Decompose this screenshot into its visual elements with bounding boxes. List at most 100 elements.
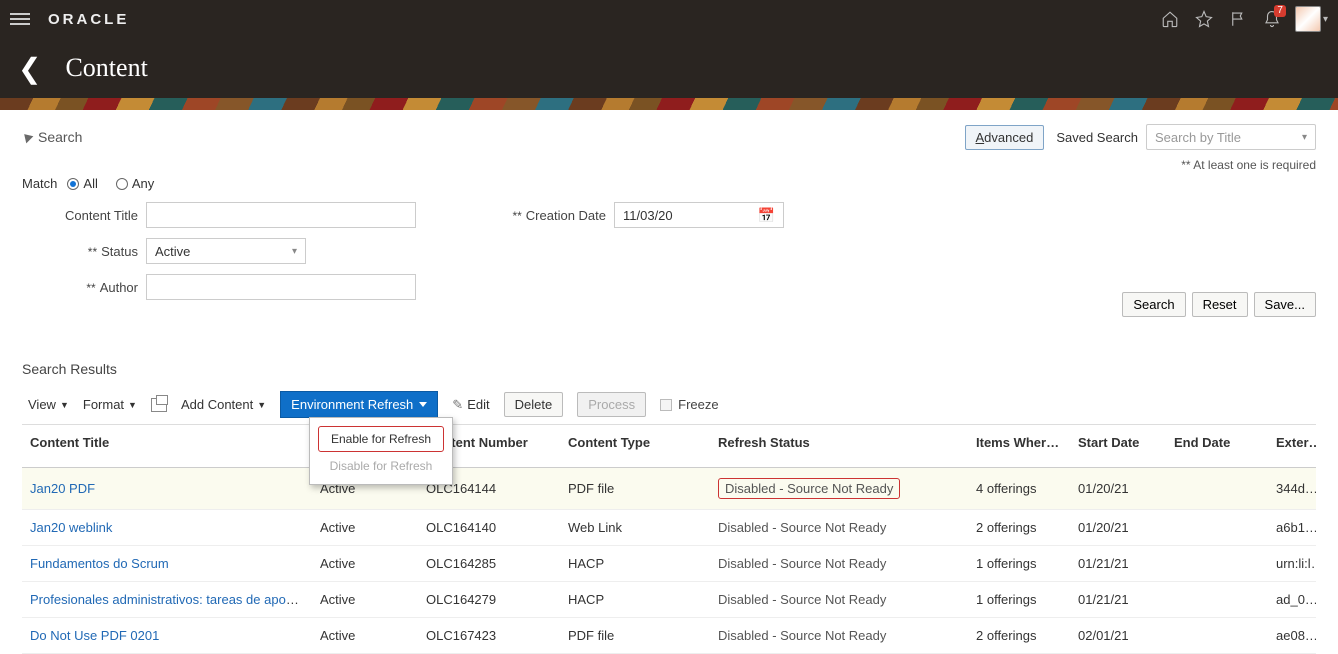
required-note: ** At least one is required: [22, 158, 1316, 172]
checkbox-icon: [660, 399, 672, 411]
col-content-type[interactable]: Content Type: [560, 425, 710, 467]
environment-refresh-button[interactable]: Environment Refresh: [280, 391, 438, 418]
creation-date-input[interactable]: 11/03/20 📅: [614, 202, 784, 228]
cell-status: Active: [312, 617, 418, 653]
results-table: Content Title Status Content Number Cont…: [22, 424, 1316, 654]
home-icon[interactable]: [1153, 2, 1187, 36]
cell-refresh: Disabled - Source Not Ready: [710, 581, 968, 617]
content-title-input[interactable]: [146, 202, 416, 228]
enable-for-refresh-item[interactable]: Enable for Refresh: [318, 426, 444, 452]
cell-items: 1 offerings: [968, 545, 1070, 581]
author-input[interactable]: [146, 274, 416, 300]
saved-search-select[interactable]: Search by Title ▾: [1146, 124, 1316, 150]
triangle-down-icon: [419, 402, 427, 407]
add-content-menu[interactable]: Add Content▼: [181, 397, 266, 412]
cell-items: 4 offerings: [968, 467, 1070, 509]
match-label: Match: [22, 176, 57, 191]
content-title-link[interactable]: Do Not Use PDF 0201: [30, 628, 159, 643]
cell-refresh: Disabled - Source Not Ready: [710, 545, 968, 581]
table-row[interactable]: Do Not Use PDF 0201ActiveOLC167423PDF fi…: [22, 617, 1316, 653]
back-icon[interactable]: ❮: [18, 52, 41, 85]
cell-end: [1166, 509, 1268, 545]
radio-checked-icon: [67, 178, 79, 190]
col-end-date[interactable]: End Date: [1166, 425, 1268, 467]
refresh-status-text: Disabled - Source Not Ready: [718, 520, 886, 535]
status-label: Status: [101, 244, 138, 259]
creation-date-label: Creation Date: [526, 208, 606, 223]
col-items-where-used[interactable]: Items Where Used: [968, 425, 1070, 467]
table-row[interactable]: Fundamentos do ScrumActiveOLC164285HACPD…: [22, 545, 1316, 581]
cell-status: Active: [312, 509, 418, 545]
col-content-title[interactable]: Content Title: [22, 425, 312, 467]
edit-button[interactable]: ✎Edit: [452, 397, 489, 413]
cell-end: [1166, 581, 1268, 617]
cell-ext: ad_01_a: [1268, 581, 1316, 617]
content-title-link[interactable]: Jan20 weblink: [30, 520, 112, 535]
hamburger-menu-icon[interactable]: [10, 13, 30, 25]
radio-unchecked-icon: [116, 178, 128, 190]
table-header-row: Content Title Status Content Number Cont…: [22, 425, 1316, 467]
results-toolbar: View▼ Format▼ Add Content▼ Environment R…: [22, 387, 1316, 424]
table-row[interactable]: Jan20 weblinkActiveOLC164140Web LinkDisa…: [22, 509, 1316, 545]
page-title: Content: [65, 53, 147, 83]
cell-start: 01/20/21: [1070, 467, 1166, 509]
freeze-toggle[interactable]: Freeze: [660, 397, 718, 412]
chevron-down-icon: ▾: [292, 246, 297, 257]
environment-refresh-menu: Enable for Refresh Disable for Refresh: [309, 417, 453, 485]
cell-status: Active: [312, 545, 418, 581]
cell-items: 2 offerings: [968, 509, 1070, 545]
cell-number: OLC167423: [418, 617, 560, 653]
delete-button[interactable]: Delete: [504, 392, 564, 417]
cell-end: [1166, 617, 1268, 653]
user-menu-caret-icon[interactable]: ▾: [1323, 14, 1328, 25]
page-header: ❮ Content: [0, 38, 1338, 98]
cell-ext: a6b122e: [1268, 509, 1316, 545]
cell-items: 1 offerings: [968, 581, 1070, 617]
results-heading: Search Results: [22, 361, 1316, 377]
search-button[interactable]: Search: [1122, 292, 1185, 317]
flag-icon[interactable]: [1221, 2, 1255, 36]
content-area: Search Advanced Saved Search Search by T…: [0, 110, 1338, 611]
table-row[interactable]: Profesionales administrativos: tareas de…: [22, 581, 1316, 617]
reset-button[interactable]: Reset: [1192, 292, 1248, 317]
notifications-icon[interactable]: 7: [1255, 2, 1289, 36]
cell-refresh: Disabled - Source Not Ready: [710, 509, 968, 545]
format-menu[interactable]: Format▼: [83, 397, 137, 412]
refresh-status-badge: Disabled - Source Not Ready: [718, 478, 900, 499]
oracle-logo: ORACLE: [48, 11, 129, 28]
table-row[interactable]: Jan20 PDFActiveOLC164144PDF fileDisabled…: [22, 467, 1316, 509]
view-menu[interactable]: View▼: [28, 397, 69, 412]
detach-icon[interactable]: [151, 398, 167, 412]
notification-badge: 7: [1274, 5, 1286, 17]
content-title-link[interactable]: Fundamentos do Scrum: [30, 556, 169, 571]
cell-refresh: Disabled - Source Not Ready: [710, 617, 968, 653]
chevron-down-icon: ▾: [1302, 132, 1307, 143]
col-refresh-status[interactable]: Refresh Status: [710, 425, 968, 467]
star-icon[interactable]: [1187, 2, 1221, 36]
match-any-radio[interactable]: Any: [116, 176, 154, 191]
save-search-button[interactable]: Save...: [1254, 292, 1316, 317]
status-select[interactable]: Active ▾: [146, 238, 306, 264]
cell-number: OLC164279: [418, 581, 560, 617]
content-title-link[interactable]: Jan20 PDF: [30, 481, 95, 496]
col-start-date[interactable]: Start Date: [1070, 425, 1166, 467]
advanced-button[interactable]: Advanced: [965, 125, 1045, 150]
cell-end: [1166, 545, 1268, 581]
cell-status: Active: [312, 581, 418, 617]
calendar-icon[interactable]: 📅: [758, 207, 775, 224]
content-title-link[interactable]: Profesionales administrativos: tareas de…: [30, 592, 312, 607]
cell-type: PDF file: [560, 467, 710, 509]
content-title-label: Content Title: [28, 208, 138, 223]
cell-ext: urn:li:lyn: [1268, 545, 1316, 581]
cell-ext: 344da81: [1268, 467, 1316, 509]
collapse-triangle-icon[interactable]: [21, 131, 34, 144]
match-all-radio[interactable]: All: [67, 176, 97, 191]
search-panel-header: Search Advanced Saved Search Search by T…: [22, 124, 1316, 150]
cell-items: 2 offerings: [968, 617, 1070, 653]
user-avatar[interactable]: [1295, 6, 1321, 32]
refresh-status-text: Disabled - Source Not Ready: [718, 556, 886, 571]
search-action-buttons: Search Reset Save...: [1122, 292, 1316, 317]
col-external-id[interactable]: External Identifie: [1268, 425, 1316, 467]
cell-start: 02/01/21: [1070, 617, 1166, 653]
saved-search-placeholder: Search by Title: [1155, 130, 1241, 145]
